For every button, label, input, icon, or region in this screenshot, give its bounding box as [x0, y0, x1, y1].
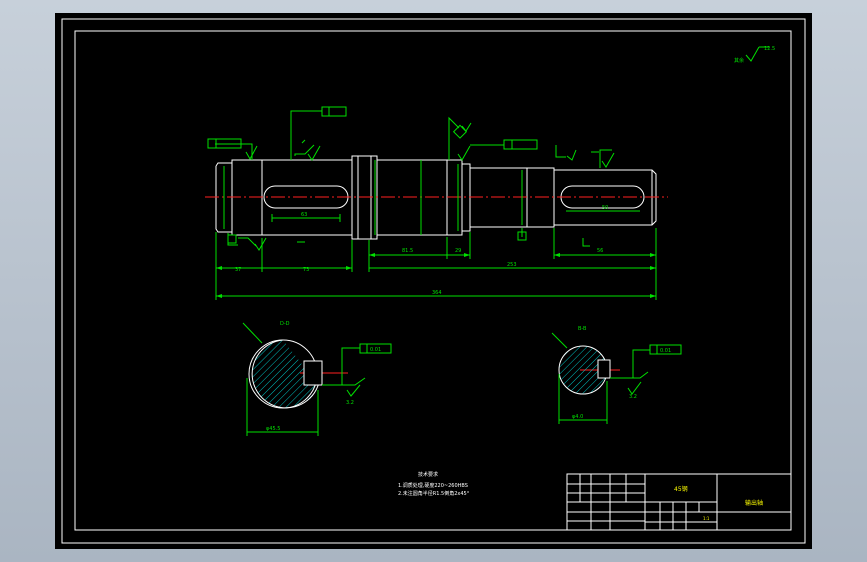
drawing-canvas: 12.5 其余 37 73 81.5 29 253 56 364 63 50 D… — [55, 13, 812, 549]
tech-line-2: 2.未注圆角半径R1.5倒角2x45° — [398, 490, 470, 497]
dim-37: 37 — [235, 267, 241, 273]
cad-viewport: 12.5 其余 37 73 81.5 29 253 56 364 63 50 D… — [0, 0, 867, 562]
dim-253: 253 — [507, 262, 517, 268]
title-material: 45钢 — [674, 485, 688, 493]
dim-364: 364 — [432, 290, 442, 296]
section-right-dia: φ4.0 — [572, 414, 583, 420]
roughness-corner-value: 12.5 — [764, 46, 775, 52]
title-scale: 1:1 — [703, 516, 710, 521]
tech-line-1: 1.调质处理,硬度220~260HBS — [398, 482, 468, 489]
section-left-dia: φ45.5 — [266, 426, 280, 432]
dim-50: 50 — [602, 205, 608, 211]
drawing-background — [55, 13, 812, 549]
dim-63: 63 — [301, 212, 307, 218]
dim-73: 73 — [303, 267, 309, 273]
dim-29: 29 — [455, 248, 461, 254]
section-right-label: B-B — [578, 326, 587, 332]
section-left-rough: 3.2 — [346, 400, 354, 406]
section-right-tol: 0.01 — [660, 348, 671, 354]
roughness-corner-label: 其余 — [734, 57, 744, 64]
section-left-tol: 0.01 — [370, 347, 381, 353]
section-left-label: D-D — [280, 321, 290, 327]
tech-requirements-title: 技术要求 — [418, 471, 438, 478]
dim-56: 56 — [597, 248, 603, 254]
title-part-name: 输出轴 — [745, 499, 763, 507]
section-right-rough: 3.2 — [629, 394, 637, 400]
dim-81-5: 81.5 — [402, 248, 413, 254]
